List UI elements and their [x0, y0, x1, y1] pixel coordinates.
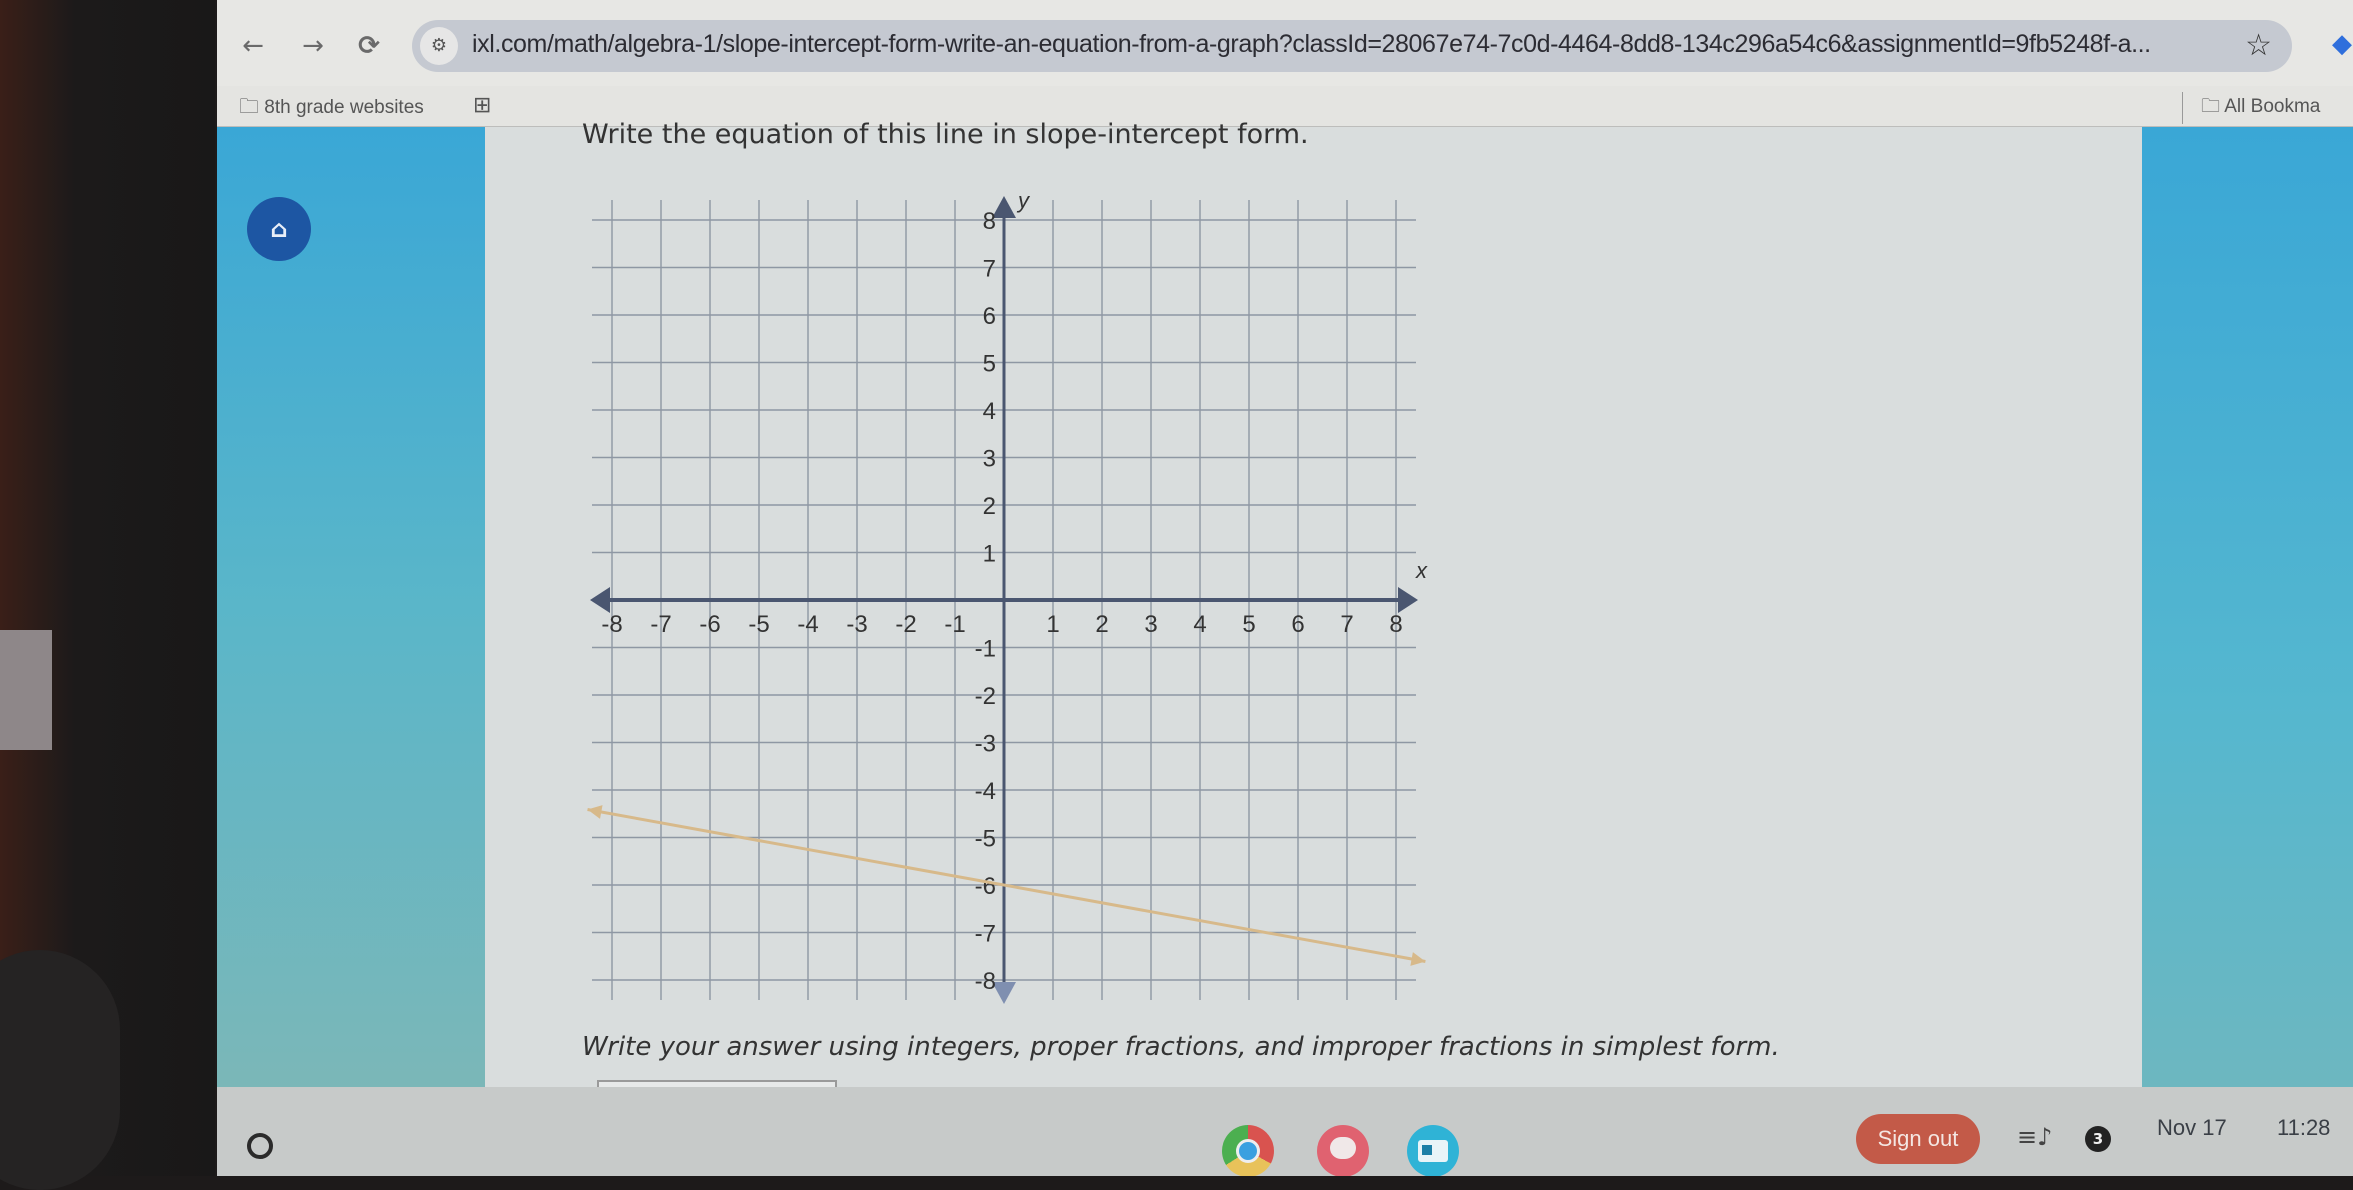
forward-arrow-icon: → — [302, 31, 324, 61]
x-tick-label: 3 — [1144, 611, 1157, 638]
x-tick-label: 8 — [1389, 611, 1402, 638]
site-info-icon[interactable]: ⚙ — [420, 27, 458, 65]
right-sidebar — [2142, 127, 2353, 1087]
x-tick-label: -7 — [650, 611, 671, 638]
coordinate-graph: x y -8 -7 -6 -5 -4 -3 -2 -1 1 2 3 4 5 6 7 8 8 7 6 5 4 3 2 1 -1 -2 -3… — [587, 188, 1428, 1004]
launcher-icon[interactable] — [247, 1133, 273, 1159]
x-axis-label: x — [1415, 558, 1428, 583]
background-object — [0, 950, 120, 1190]
question-area: Write the equation of this line in slope… — [485, 119, 2353, 1126]
x-tick-label: 5 — [1242, 611, 1255, 638]
x-tick-label: -6 — [699, 611, 720, 638]
folder-icon: 🗀 — [2201, 96, 2221, 117]
reload-button[interactable]: ⟳ — [349, 28, 389, 64]
ixl-page: ⌂ Write the equation of this line in slo… — [217, 119, 2353, 1126]
y-tick-label: 2 — [983, 493, 996, 520]
all-bookmarks-label: All Bookma — [2224, 96, 2321, 117]
x-tick-label: 2 — [1095, 611, 1108, 638]
sign-out-button[interactable]: Sign out — [1856, 1114, 1980, 1164]
x-tick-label: 1 — [1046, 611, 1059, 638]
folder-icon: 🗀 — [239, 96, 259, 118]
y-tick-label: -5 — [975, 826, 996, 853]
apps-grid-icon[interactable]: ⊞ — [473, 92, 491, 118]
y-tick-label: -1 — [975, 636, 996, 663]
y-tick-label: 8 — [983, 208, 996, 235]
y-tick-label: 6 — [983, 303, 996, 330]
x-tick-label: -2 — [895, 611, 916, 638]
x-axis-right-arrow — [1398, 587, 1418, 613]
line-arrow-right — [1410, 952, 1426, 966]
x-tick-label: -4 — [797, 611, 818, 638]
y-tick-label: -6 — [975, 873, 996, 900]
classroom-app-icon[interactable] — [1407, 1125, 1459, 1176]
time-display[interactable]: 11:28 — [2277, 1115, 2330, 1141]
x-tick-label: -5 — [748, 611, 769, 638]
monitor-bezel — [0, 0, 215, 1190]
reload-icon: ⟳ — [358, 31, 380, 61]
notification-count-badge[interactable]: 3 — [2085, 1126, 2111, 1152]
extension-icon[interactable]: ◆ — [2324, 26, 2353, 62]
chrome-app-icon[interactable] — [1222, 1125, 1274, 1176]
url-text[interactable]: ixl.com/math/algebra-1/slope-intercept-f… — [472, 30, 2151, 59]
y-tick-label: 7 — [983, 256, 996, 283]
back-button[interactable]: ← — [233, 28, 273, 64]
date-display[interactable]: Nov 17 — [2157, 1115, 2227, 1141]
all-bookmarks[interactable]: 🗀 All Bookma — [2182, 92, 2320, 124]
y-tick-label: -3 — [975, 731, 996, 758]
y-tick-label: -2 — [975, 683, 996, 710]
y-tick-label: -8 — [975, 968, 996, 995]
y-tick-label: 3 — [983, 446, 996, 473]
background-object — [0, 630, 52, 750]
x-tick-label: 4 — [1193, 611, 1206, 638]
back-arrow-icon: ← — [242, 31, 264, 61]
browser-toolbar: ← → ⟳ ⚙ ixl.com/math/algebra-1/slope-int… — [217, 0, 2353, 86]
x-tick-label: 7 — [1340, 611, 1353, 638]
bookmark-folder-label: 8th grade websites — [264, 97, 424, 118]
x-tick-label: -8 — [601, 611, 622, 638]
media-controls-icon[interactable]: ≡♪ — [2017, 1123, 2052, 1151]
bookmark-star-icon[interactable]: ☆ — [2245, 28, 2272, 63]
left-sidebar: ⌂ — [217, 127, 485, 1087]
address-bar[interactable]: ⚙ ixl.com/math/algebra-1/slope-intercept… — [412, 20, 2292, 72]
line-arrow-left — [587, 805, 603, 819]
screen: ← → ⟳ ⚙ ixl.com/math/algebra-1/slope-int… — [217, 0, 2353, 1176]
y-axis-label: y — [1016, 188, 1031, 213]
y-tick-label: -7 — [975, 921, 996, 948]
x-tick-label: -1 — [944, 611, 965, 638]
answer-instruction: Write your answer using integers, proper… — [582, 1032, 1780, 1062]
y-tick-label: -4 — [975, 778, 996, 805]
x-tick-label: 6 — [1291, 611, 1304, 638]
messages-app-icon[interactable] — [1317, 1125, 1369, 1176]
y-tick-label: 1 — [983, 541, 996, 568]
forward-button[interactable]: → — [293, 28, 333, 64]
x-axis-left-arrow — [590, 587, 610, 613]
x-tick-label: -3 — [846, 611, 867, 638]
bookmark-folder-8th-grade[interactable]: 🗀 8th grade websites — [239, 92, 424, 126]
y-tick-label: 5 — [983, 351, 996, 378]
site-info-glyph: ⚙ — [430, 35, 448, 56]
y-tick-label: 4 — [983, 398, 996, 425]
ixl-home-icon[interactable]: ⌂ — [247, 197, 311, 261]
os-shelf: Sign out ≡♪ 3 Nov 17 11:28 — [217, 1087, 2353, 1176]
